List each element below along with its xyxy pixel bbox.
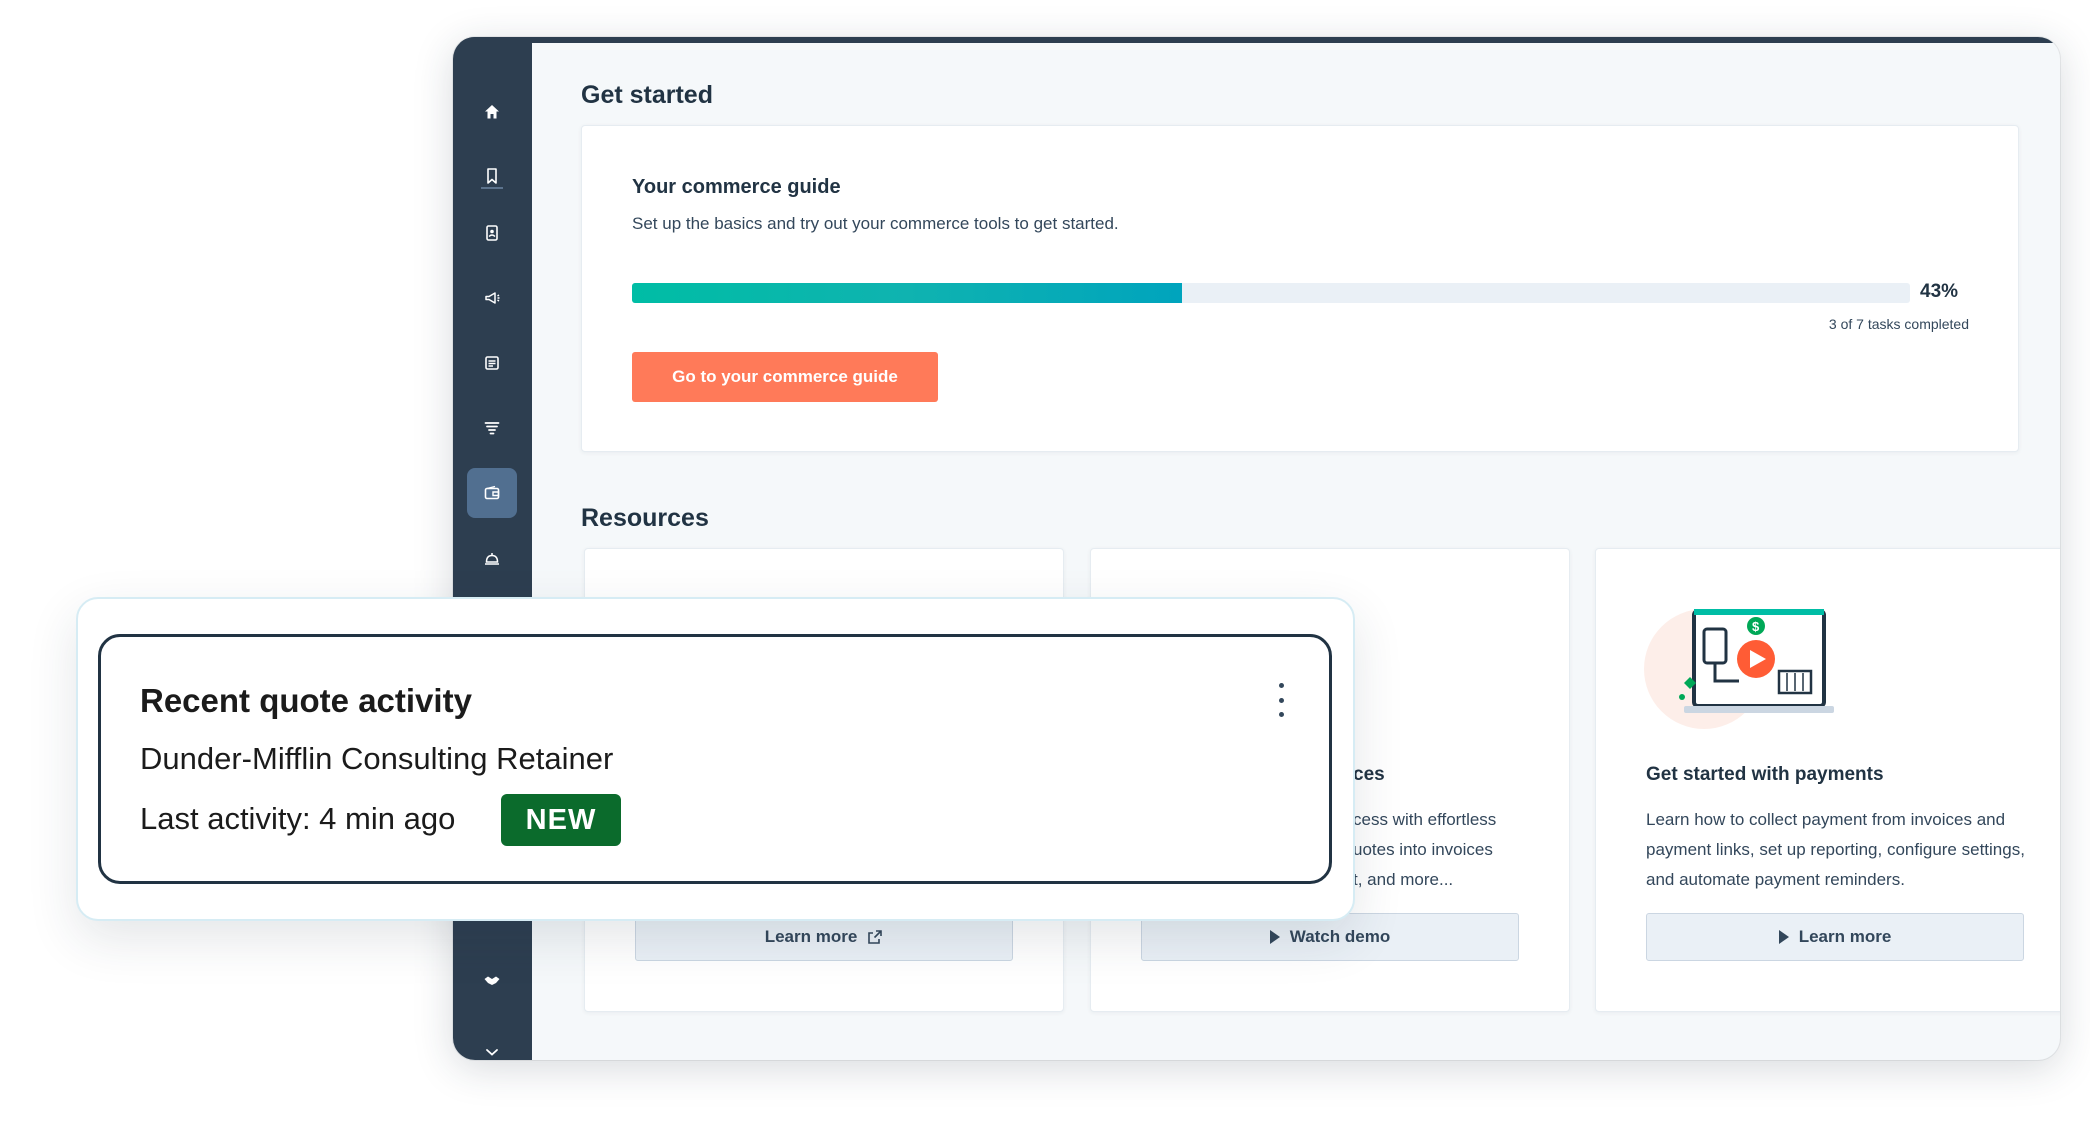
svg-text:$: $ xyxy=(1752,619,1760,634)
sidebar-item-marketing[interactable] xyxy=(467,273,517,323)
resource-2-button-label: Watch demo xyxy=(1289,927,1391,946)
resource-3-description: Learn how to collect payment from invoic… xyxy=(1646,810,2025,889)
sidebar-item-content[interactable] xyxy=(467,338,517,388)
service-bell-icon xyxy=(485,553,499,565)
sidebar-item-bookmarks[interactable] xyxy=(467,151,517,201)
bookmark-icon xyxy=(487,168,497,184)
guide-progress-percent: 43% xyxy=(1920,281,1959,302)
sidebar-item-commerce[interactable] xyxy=(467,468,517,518)
external-link-icon xyxy=(868,930,883,944)
resource-2-title: ces xyxy=(1353,764,1385,785)
go-to-commerce-guide-button[interactable]: Go to your commerce guide xyxy=(632,352,938,402)
resources-heading: Resources xyxy=(581,504,709,532)
guide-subtitle: Set up the basics and try out your comme… xyxy=(632,214,1119,233)
guide-progress-bar xyxy=(632,283,1910,303)
megaphone-icon xyxy=(485,292,500,304)
kebab-dot-icon xyxy=(1278,683,1284,688)
play-icon xyxy=(1269,930,1280,944)
resource-2-description: cess with effortless uotes into invoices… xyxy=(1353,805,1553,895)
resource-2-desc-line: cess with effortless xyxy=(1353,810,1497,829)
sidebar-divider xyxy=(481,187,503,189)
last-activity-text: Last activity: 4 min ago xyxy=(140,801,456,836)
chevron-down-icon xyxy=(486,1049,498,1056)
get-started-heading: Get started xyxy=(581,81,713,109)
resource-3-learn-more-button[interactable]: Learn more xyxy=(1646,913,2024,961)
sidebar-item-home[interactable] xyxy=(467,87,517,137)
sales-funnel-icon xyxy=(484,422,500,435)
kebab-dot-icon xyxy=(1278,712,1284,717)
play-icon xyxy=(1778,930,1789,944)
resource-1-button-label: Learn more xyxy=(764,927,858,946)
new-badge: NEW xyxy=(501,794,621,846)
contacts-icon xyxy=(486,225,498,241)
sidebar-item-service[interactable] xyxy=(467,533,517,583)
sidebar-expand-button[interactable] xyxy=(467,1027,517,1060)
sidebar-item-contacts[interactable] xyxy=(467,208,517,258)
recent-quote-activity-card[interactable]: Recent quote activity Dunder-Mifflin Con… xyxy=(98,634,1332,884)
payments-illustration: $ xyxy=(1644,609,1834,729)
guide-title: Your commerce guide xyxy=(632,176,841,198)
resource-2-desc-line: uotes into invoices xyxy=(1353,840,1493,859)
sidebar-item-sales[interactable] xyxy=(467,403,517,453)
more-options-button[interactable] xyxy=(1271,683,1291,717)
commerce-guide-card: Your commerce guide Set up the basics an… xyxy=(581,125,2019,452)
kebab-dot-icon xyxy=(1278,697,1284,703)
recent-quote-activity-overlay: Recent quote activity Dunder-Mifflin Con… xyxy=(76,597,1355,921)
quote-name: Dunder-Mifflin Consulting Retainer xyxy=(140,741,614,776)
quote-activity-title: Recent quote activity xyxy=(140,682,472,719)
handshake-icon xyxy=(484,976,500,985)
guide-progress-fill xyxy=(632,283,1182,303)
resource-3-button-label: Learn more xyxy=(1798,927,1892,946)
sidebar-item-partners[interactable] xyxy=(467,955,517,1005)
content-icon xyxy=(485,356,499,370)
resource-3-title: Get started with payments xyxy=(1646,764,1884,785)
resource-2-desc-line: t, and more... xyxy=(1353,870,1454,889)
home-icon xyxy=(485,105,499,119)
guide-tasks-completed: 3 of 7 tasks completed xyxy=(1828,316,1969,332)
resource-card-3: $ Get started with payments Learn how to… xyxy=(1595,548,2060,1012)
commerce-wallet-icon xyxy=(484,485,500,500)
